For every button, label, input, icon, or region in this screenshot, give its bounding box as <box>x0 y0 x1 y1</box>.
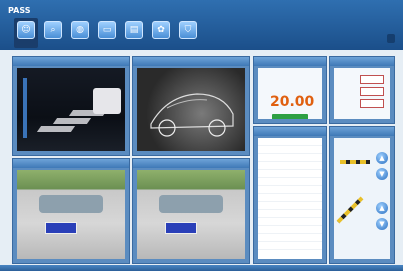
list-item <box>258 234 322 242</box>
footer-bar <box>0 265 403 271</box>
license-plate <box>165 221 198 235</box>
barrier-closed-icon <box>340 160 370 164</box>
gate-up-button[interactable]: ▲ <box>376 202 388 214</box>
list-item <box>258 194 322 202</box>
gate-down-button[interactable]: ▼ <box>376 218 388 230</box>
list-item <box>258 202 322 210</box>
gear-icon: ✿ <box>152 21 170 39</box>
barrier-open-icon <box>336 196 364 224</box>
log-panel <box>253 126 327 264</box>
camera-panel-4 <box>132 158 250 264</box>
list-item <box>258 138 322 146</box>
camera-panel-3 <box>12 158 130 264</box>
space-value-3 <box>360 99 384 108</box>
camera-feed-1 <box>17 68 125 151</box>
fee-panel: 20.00 <box>253 56 327 124</box>
car-wireframe-icon <box>150 93 234 137</box>
list-item <box>258 178 322 186</box>
gate-up-button[interactable]: ▲ <box>376 152 388 164</box>
toolbar-button-monitor[interactable]: ▭ <box>95 18 119 48</box>
monitor-icon: ▭ <box>98 21 116 39</box>
search-icon: ⌕ <box>44 21 62 39</box>
toolbar-button-search[interactable]: ⌕ <box>41 18 65 48</box>
toolbar-button-document[interactable]: ▤ <box>122 18 146 48</box>
license-plate <box>45 221 78 235</box>
list-item <box>258 226 322 234</box>
space-value-2 <box>360 87 384 96</box>
camera-panel-1 <box>12 56 130 156</box>
main-toolbar: ☺ ⌕ ◍ ▭ ▤ ✿ ⛉ <box>14 18 200 48</box>
car-silhouette <box>93 88 121 114</box>
log-list[interactable] <box>258 138 322 259</box>
list-item <box>258 146 322 154</box>
camera-feed-2 <box>137 68 245 151</box>
gate-down-button[interactable]: ▼ <box>376 168 388 180</box>
camera-feed-3 <box>17 170 125 259</box>
header-bar: PASS ☺ ⌕ ◍ ▭ ▤ ✿ ⛉ <box>0 0 403 50</box>
list-item <box>258 162 322 170</box>
list-item <box>258 186 322 194</box>
camera-feed-4 <box>137 170 245 259</box>
toolbar-button-globe[interactable]: ◍ <box>68 18 92 48</box>
shield-icon: ⛉ <box>179 21 197 39</box>
list-item <box>258 170 322 178</box>
toolbar-button-user[interactable]: ☺ <box>14 18 38 48</box>
list-item <box>258 218 322 226</box>
list-item <box>258 154 322 162</box>
fee-amount: 20.00 <box>270 94 315 110</box>
gate-panel: ▲ ▼ ▲ ▼ <box>329 126 395 264</box>
status-bar <box>387 34 395 43</box>
app-title: PASS <box>8 6 31 15</box>
toolbar-button-shield[interactable]: ⛉ <box>176 18 200 48</box>
camera-panel-2 <box>132 56 250 156</box>
release-button[interactable] <box>272 114 308 119</box>
list-item <box>258 210 322 218</box>
globe-icon: ◍ <box>71 21 89 39</box>
toolbar-button-settings[interactable]: ✿ <box>149 18 173 48</box>
document-icon: ▤ <box>125 21 143 39</box>
space-value-1 <box>360 75 384 84</box>
user-icon: ☺ <box>17 21 35 39</box>
spaces-panel <box>329 56 395 124</box>
list-item <box>258 242 322 250</box>
